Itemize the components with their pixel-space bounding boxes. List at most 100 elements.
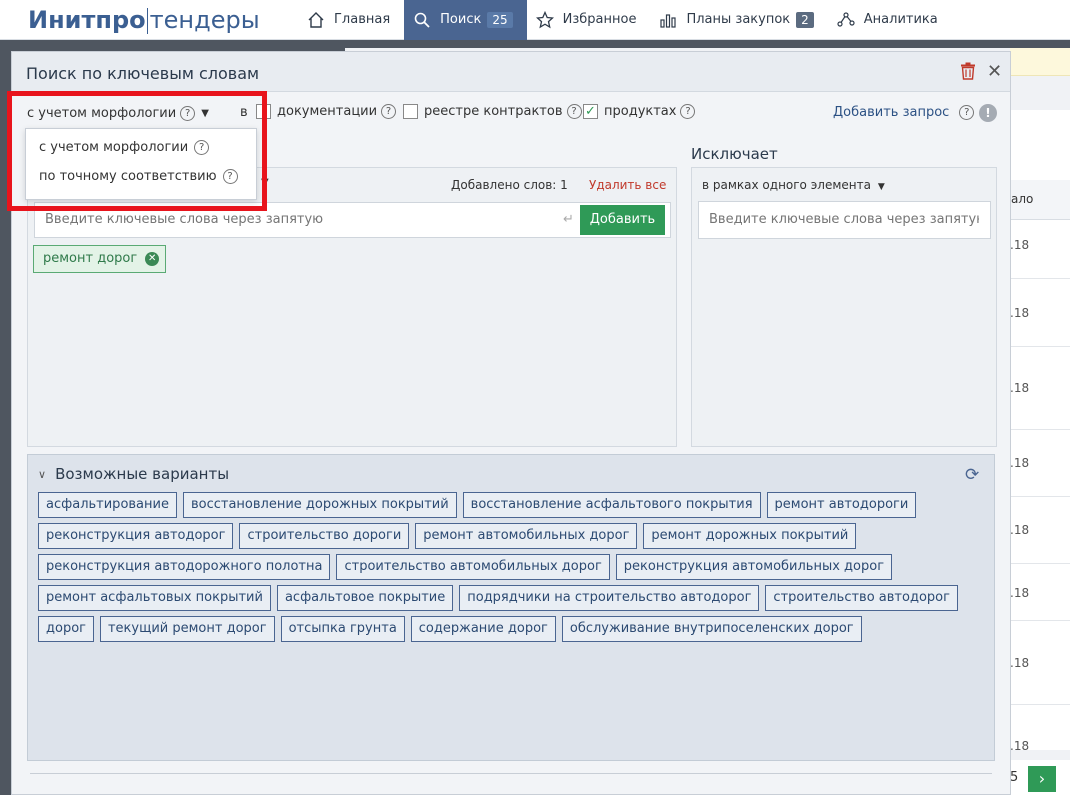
chevron-down-icon: ∨ <box>38 467 47 481</box>
background-column-header-text: ало <box>1011 192 1034 206</box>
plans-count-badge: 2 <box>796 11 814 28</box>
suggestion-chip[interactable]: отсыпка грунта <box>280 616 405 642</box>
refresh-icon[interactable]: ⟳ <box>965 465 979 485</box>
checkbox-products-label: продуктах <box>604 104 677 119</box>
suggestion-chip[interactable]: ремонт автомобильных дорог <box>415 523 638 549</box>
nav-search-label: Поиск <box>440 12 482 27</box>
modal-divider <box>30 773 992 774</box>
add-query-link[interactable]: Добавить запрос ? <box>833 105 975 120</box>
suggestion-chip[interactable]: асфальтирование <box>38 492 177 518</box>
checkmark-icon[interactable]: ✓ <box>583 104 598 119</box>
background-row-divider <box>1010 620 1070 621</box>
exclude-mode-dropdown[interactable]: в рамках одного элемента ▼ <box>702 178 885 192</box>
background-row-divider <box>1010 704 1070 705</box>
checkbox-contract-registry[interactable]: реестре контрактов ? <box>403 104 582 119</box>
nav-purchase-plans[interactable]: Планы закупок 2 <box>650 0 827 40</box>
add-keyword-button[interactable]: Добавить <box>580 205 665 235</box>
exclude-keyword-input[interactable] <box>709 212 979 227</box>
nav-purchase-plans-label: Планы закупок <box>686 12 791 27</box>
suggestion-chip[interactable]: строительство автодорог <box>765 585 958 611</box>
background-notice-strip <box>1010 48 1070 76</box>
trash-icon[interactable] <box>960 62 976 84</box>
logo[interactable]: Инитпро тендеры <box>0 6 298 34</box>
modal-header: Поиск по ключевым словам ✕ <box>12 52 1010 92</box>
chevron-right-icon: › <box>1038 769 1046 788</box>
highlight-box <box>7 91 267 211</box>
nav-search[interactable]: Поиск 25 <box>404 0 527 40</box>
suggestions-panel: ∨ Возможные варианты ⟳ асфальтирование во… <box>27 454 995 761</box>
close-icon[interactable]: ✕ <box>987 61 1002 82</box>
include-keyword-input[interactable] <box>45 212 545 227</box>
delete-all-link[interactable]: Удалить все <box>589 178 666 192</box>
nav-analytics[interactable]: Аналитика <box>828 0 952 40</box>
checkbox-documentation[interactable]: документации ? <box>256 104 397 119</box>
words-count: Добавлено слов: 1 <box>451 178 568 192</box>
suggestion-chip[interactable]: обслуживание внутрипоселенских дорог <box>561 616 862 642</box>
background-row-date: .18 <box>1010 238 1030 252</box>
enter-icon: ↵ <box>563 212 574 227</box>
keyword-tag-label: ремонт дорог <box>43 251 138 266</box>
help-icon[interactable]: ? <box>566 104 582 119</box>
background-row-date: .18 <box>1010 739 1030 753</box>
pager-next-button[interactable]: › <box>1028 766 1056 792</box>
suggestion-chip[interactable]: реконструкция автодорожного полотна <box>38 554 331 580</box>
suggestion-chip[interactable]: строительство автомобильных дорог <box>336 554 610 580</box>
chart-bar-icon <box>658 10 678 30</box>
suggestion-chip[interactable]: ремонт дорожных покрытий <box>643 523 857 549</box>
keyword-tag: ремонт дорог ✕ <box>33 245 167 273</box>
exclude-mode-label: в рамках одного элемента <box>702 178 871 192</box>
suggestion-chips: асфальтирование восстановление дорожных п… <box>38 492 978 647</box>
suggestion-chip[interactable]: дорог <box>38 616 94 642</box>
background-row-divider <box>1010 496 1070 497</box>
help-icon[interactable]: ? <box>680 104 696 119</box>
suggestion-chip[interactable]: ремонт автодороги <box>766 492 917 518</box>
help-icon[interactable]: ? <box>959 105 975 120</box>
nav-favorites[interactable]: Избранное <box>527 0 651 40</box>
logo-separator <box>146 7 148 34</box>
checkbox-products[interactable]: ✓ продуктах ? <box>583 104 696 119</box>
exclude-keyword-input-box <box>698 201 991 239</box>
modal-title: Поиск по ключевым словам <box>26 64 260 83</box>
background-row-date: .18 <box>1010 456 1030 470</box>
background-row-divider <box>1010 346 1070 347</box>
nav-home-label: Главная <box>334 12 391 27</box>
star-icon <box>535 10 555 30</box>
warning-icon[interactable]: ! <box>979 104 997 122</box>
background-row-date: .18 <box>1010 306 1030 320</box>
background-row-divider <box>1010 278 1070 279</box>
background-row-divider <box>1010 429 1070 430</box>
suggestion-chip[interactable]: асфальтовое покрытие <box>276 585 454 611</box>
suggestion-chip[interactable]: реконструкция автомобильных дорог <box>615 554 893 580</box>
search-icon <box>412 10 432 30</box>
background-row-date: .18 <box>1010 381 1030 395</box>
pager-page-number[interactable]: 5 <box>1010 770 1018 785</box>
caret-down-icon: ▼ <box>877 182 885 192</box>
nav-home[interactable]: Главная <box>298 0 404 40</box>
suggestion-chip[interactable]: ремонт асфальтовых покрытий <box>38 585 271 611</box>
search-count-badge: 25 <box>487 11 513 28</box>
remove-tag-icon[interactable]: ✕ <box>145 252 160 266</box>
suggestion-chip[interactable]: восстановление дорожных покрытий <box>182 492 457 518</box>
background-row-date: .18 <box>1010 656 1030 670</box>
suggestions-header[interactable]: ∨ Возможные варианты <box>38 465 229 483</box>
suggestion-chip[interactable]: строительство дороги <box>239 523 410 549</box>
suggestions-title: Возможные варианты <box>55 465 230 483</box>
help-icon[interactable]: ? <box>381 104 397 119</box>
add-query-label: Добавить запрос <box>833 105 950 120</box>
suggestion-chip[interactable]: текущий ремонт дорог <box>99 616 275 642</box>
nav-analytics-label: Аналитика <box>863 12 938 27</box>
suggestion-chip[interactable]: содержание дорог <box>410 616 556 642</box>
exclude-keywords-panel: в рамках одного элемента ▼ <box>691 167 997 447</box>
suggestion-chip[interactable]: восстановление асфальтового покрытия <box>462 492 761 518</box>
background-row-date: .18 <box>1010 523 1030 537</box>
checkbox-contract-registry-label: реестре контрактов <box>424 104 563 119</box>
logo-text-secondary: тендеры <box>149 5 260 34</box>
suggestion-chip[interactable]: подрядчики на строительство автодорог <box>459 585 760 611</box>
top-navigation-bar: Инитпро тендеры Главная Поиск 25 Избранно… <box>0 0 1070 40</box>
checkbox-box[interactable] <box>403 104 418 119</box>
home-icon <box>306 10 326 30</box>
background-row-divider <box>1010 563 1070 564</box>
checkbox-documentation-label: документации <box>277 104 378 119</box>
analytics-icon <box>836 10 856 30</box>
suggestion-chip[interactable]: реконструкция автодорог <box>38 523 234 549</box>
